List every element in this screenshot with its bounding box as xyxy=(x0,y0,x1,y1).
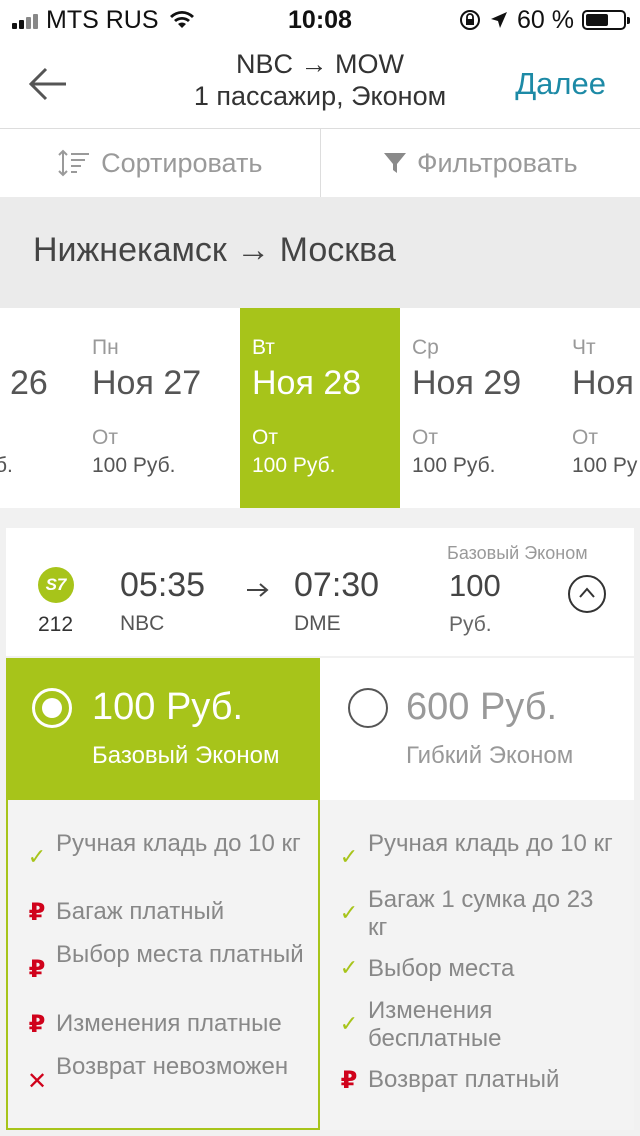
collapse-button[interactable] xyxy=(568,575,606,613)
check-icon: ✓ xyxy=(339,844,359,869)
day-of-week: Пн xyxy=(92,336,119,359)
option-name: Базовый Эконом xyxy=(92,742,280,769)
feature-text: Возврат платный xyxy=(368,1066,560,1093)
min-price: 100 Ру xyxy=(572,454,638,477)
min-price: 100 Руб. xyxy=(252,454,336,477)
from-label: От xyxy=(92,426,118,449)
date-cell-selected[interactable]: Вт Ноя 28 От 100 Руб. xyxy=(240,308,400,508)
feature-text: Изменения платные xyxy=(56,1010,282,1037)
feature-text: Ручная кладь до 10 кг xyxy=(368,830,613,857)
arrow-right-icon xyxy=(247,583,269,597)
cross-icon: ✕ xyxy=(26,1068,48,1095)
ruble-icon: ₽ xyxy=(28,956,46,983)
feature-text: Ручная кладь до 10 кг xyxy=(56,830,301,857)
min-price: 100 Руб. xyxy=(412,454,496,477)
date-label: Ноя 28 xyxy=(252,364,362,402)
location-icon xyxy=(491,12,508,28)
ruble-icon: ₽ xyxy=(28,899,46,926)
ruble-icon: ₽ xyxy=(340,1067,358,1094)
departure-airport: NBC xyxy=(120,612,165,635)
fare-price: 100 xyxy=(449,568,501,603)
from-label: От xyxy=(572,426,598,449)
feature-text: Выбор места платный xyxy=(56,941,304,968)
filter-button[interactable]: Фильтровать xyxy=(319,129,640,197)
battery-percent: 60 % xyxy=(517,5,574,34)
fare-option-flex[interactable]: 600 Руб. Гибкий Эконом xyxy=(320,658,634,800)
min-price: 100 Руб. xyxy=(92,454,176,477)
check-icon: ✓ xyxy=(339,955,359,980)
from-label: От xyxy=(252,426,278,449)
chevron-up-icon xyxy=(579,587,595,598)
radio-selected[interactable] xyxy=(32,688,72,728)
nav-bar: NBC → MOW 1 пассажир, Эконом Далее xyxy=(0,40,640,129)
fare-features-basic: ✓ Ручная кладь до 10 кг ₽ Багаж платный … xyxy=(6,800,320,1130)
date-cell[interactable]: 26 б. xyxy=(0,308,80,508)
filter-label: Фильтровать xyxy=(416,147,578,178)
option-name: Гибкий Эконом xyxy=(406,742,574,769)
airline-logo: S7 xyxy=(38,567,74,603)
radio-unselected[interactable] xyxy=(348,688,388,728)
day-of-week: Вт xyxy=(252,336,275,359)
date-label: Ноя 29 xyxy=(412,364,522,402)
date-label: Ноя 27 xyxy=(92,364,202,402)
fare-currency: Руб. xyxy=(449,613,492,636)
feature-text: Возврат невозможен xyxy=(56,1053,289,1080)
feature-text: Выбор места xyxy=(368,955,515,982)
route-cities: Нижнекамск → Москва xyxy=(33,231,396,269)
check-icon: ✓ xyxy=(27,844,47,869)
option-price: 600 Руб. xyxy=(406,686,558,728)
flight-card[interactable]: S7 212 05:35 NBC 07:30 DME Базовый Эконо… xyxy=(6,528,634,656)
orientation-lock-icon xyxy=(460,10,481,30)
ruble-icon: ₽ xyxy=(28,1011,46,1038)
arrival-time: 07:30 xyxy=(294,566,380,604)
date-cell[interactable]: Ср Ноя 29 От 100 Руб. xyxy=(400,308,560,508)
day-of-week: Чт xyxy=(572,336,596,359)
date-label: 26 xyxy=(10,364,48,402)
date-cell[interactable]: Пн Ноя 27 От 100 Руб. xyxy=(80,308,240,508)
arrival-airport: DME xyxy=(294,612,341,635)
feature-text: Багаж платный xyxy=(56,898,225,925)
min-price: б. xyxy=(0,454,13,477)
fare-features-flex: ✓ Ручная кладь до 10 кг ✓ Багаж 1 сумка … xyxy=(320,800,634,1130)
sort-icon xyxy=(58,149,90,177)
date-label: Ноя xyxy=(572,364,634,402)
flight-number: 212 xyxy=(38,613,74,636)
route-header: Нижнекамск → Москва xyxy=(0,197,640,308)
feature-text: Изменения бесплатные xyxy=(368,997,502,1052)
fare-class: Базовый Эконом xyxy=(447,543,588,563)
next-button[interactable]: Далее xyxy=(515,66,606,102)
feature-text: Багаж 1 сумка до 23 кг xyxy=(368,886,594,941)
departure-time: 05:35 xyxy=(120,566,206,604)
sort-button[interactable]: Сортировать xyxy=(0,129,320,197)
option-price: 100 Руб. xyxy=(92,686,244,728)
from-label: От xyxy=(412,426,438,449)
check-icon: ✓ xyxy=(339,900,359,925)
sort-filter-toolbar: Сортировать Фильтровать xyxy=(0,129,640,197)
check-icon: ✓ xyxy=(339,1011,359,1036)
sort-label: Сортировать xyxy=(101,147,263,178)
status-right: 60 % xyxy=(459,5,630,34)
date-selector[interactable]: 26 б. Пн Ноя 27 От 100 Руб. Вт Ноя 28 От… xyxy=(0,308,640,508)
filter-icon xyxy=(383,153,406,173)
battery-icon xyxy=(582,10,630,30)
fare-option-basic[interactable]: 100 Руб. Базовый Эконом xyxy=(6,658,320,800)
date-cell[interactable]: Чт Ноя От 100 Ру xyxy=(560,308,640,508)
status-bar: MTS RUS 10:08 60 % xyxy=(0,0,640,40)
day-of-week: Ср xyxy=(412,336,439,359)
